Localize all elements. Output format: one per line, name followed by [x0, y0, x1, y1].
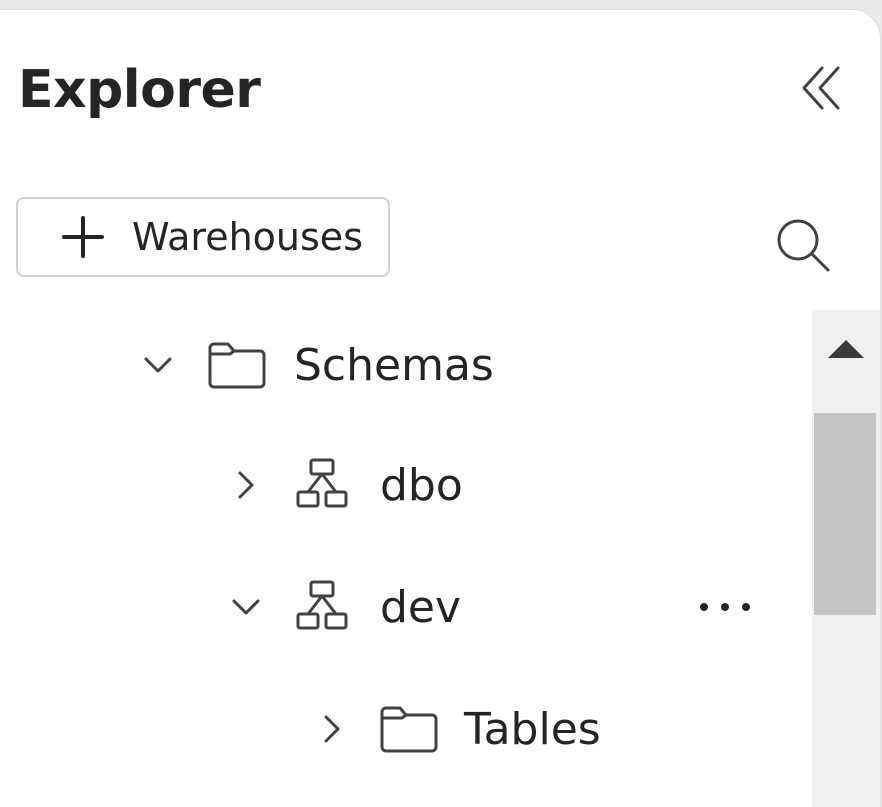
scrollbar-thumb[interactable]: [814, 413, 876, 615]
tree-item-dbo[interactable]: dbo: [0, 440, 810, 530]
schema-icon: [296, 580, 348, 630]
more-options-button[interactable]: [690, 587, 760, 627]
folder-icon: [208, 342, 266, 389]
double-chevron-left-icon: [802, 66, 840, 110]
chevron-right-icon[interactable]: [312, 709, 352, 749]
search-icon: [777, 219, 830, 272]
chevron-down-icon[interactable]: [226, 587, 266, 627]
chevron-down-icon[interactable]: [138, 345, 178, 385]
triangle-up-icon[interactable]: [826, 336, 866, 362]
more-horizontal-icon: [700, 603, 750, 611]
chevron-right-icon[interactable]: [226, 465, 266, 505]
explorer-tree: Schemas dbo dev Tables: [0, 310, 810, 807]
add-warehouses-label: Warehouses: [132, 215, 363, 259]
page-title: Explorer: [18, 60, 261, 120]
tree-item-label: dbo: [380, 459, 463, 511]
plus-icon: [62, 216, 104, 258]
add-warehouses-button[interactable]: Warehouses: [16, 197, 390, 277]
folder-icon: [380, 706, 438, 753]
tree-item-label: Schemas: [294, 339, 494, 391]
tree-item-label: Tables: [464, 703, 601, 755]
collapse-panel-button[interactable]: [792, 58, 852, 118]
tree-item-schemas[interactable]: Schemas: [0, 320, 810, 410]
search-button[interactable]: [768, 210, 838, 280]
tree-item-label: dev: [380, 581, 462, 633]
explorer-panel: Explorer Warehouses Schemas dbo dev Tabl…: [0, 10, 880, 807]
tree-item-dev[interactable]: dev: [0, 562, 810, 652]
tree-item-tables[interactable]: Tables: [0, 684, 810, 774]
vertical-scrollbar[interactable]: [812, 310, 880, 807]
schema-icon: [296, 458, 348, 508]
